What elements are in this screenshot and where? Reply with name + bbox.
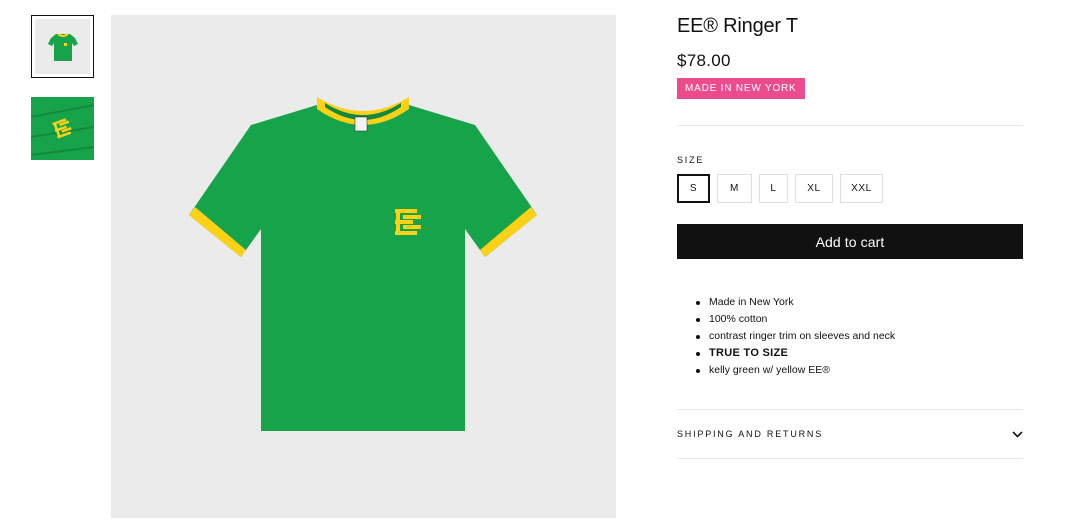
- accordion-label: SHIPPING AND RETURNS: [677, 429, 824, 439]
- description-item-true-to-size: TRUE TO SIZE: [696, 345, 1023, 362]
- description-item: kelly green w/ yellow EE®: [696, 362, 1023, 379]
- size-option-m[interactable]: M: [717, 174, 752, 203]
- chevron-down-icon: [1011, 428, 1023, 440]
- divider: [677, 125, 1023, 126]
- description-item: Made in New York: [696, 294, 1023, 311]
- size-option-s[interactable]: S: [677, 174, 710, 203]
- product-info-panel: EE® Ringer T $78.00 MADE IN NEW YORK SIZ…: [677, 14, 1023, 459]
- add-to-cart-button[interactable]: Add to cart: [677, 224, 1023, 259]
- main-product-image[interactable]: [111, 15, 616, 518]
- product-title: EE® Ringer T: [677, 15, 798, 37]
- tshirt-illustration: [189, 97, 537, 431]
- size-option-l[interactable]: L: [759, 174, 788, 203]
- thumbnail-logo-detail[interactable]: [31, 97, 94, 160]
- size-option-xl[interactable]: XL: [795, 174, 833, 203]
- made-in-ny-badge: MADE IN NEW YORK: [677, 78, 805, 99]
- tshirt-thumbnail-icon: [47, 32, 78, 61]
- divider: [677, 458, 1023, 459]
- description-item: contrast ringer trim on sleeves and neck: [696, 328, 1023, 345]
- shipping-returns-accordion[interactable]: SHIPPING AND RETURNS: [677, 410, 1023, 458]
- product-description: Made in New York 100% cotton contrast ri…: [677, 294, 1023, 379]
- logo-detail-icon: [31, 97, 94, 160]
- description-item: 100% cotton: [696, 311, 1023, 328]
- size-option-xxl[interactable]: XXL: [840, 174, 883, 203]
- size-label: SIZE: [677, 155, 705, 165]
- size-options: S M L XL XXL: [677, 174, 1023, 203]
- thumbnail-front[interactable]: [31, 15, 94, 78]
- product-price: $78.00: [677, 51, 731, 70]
